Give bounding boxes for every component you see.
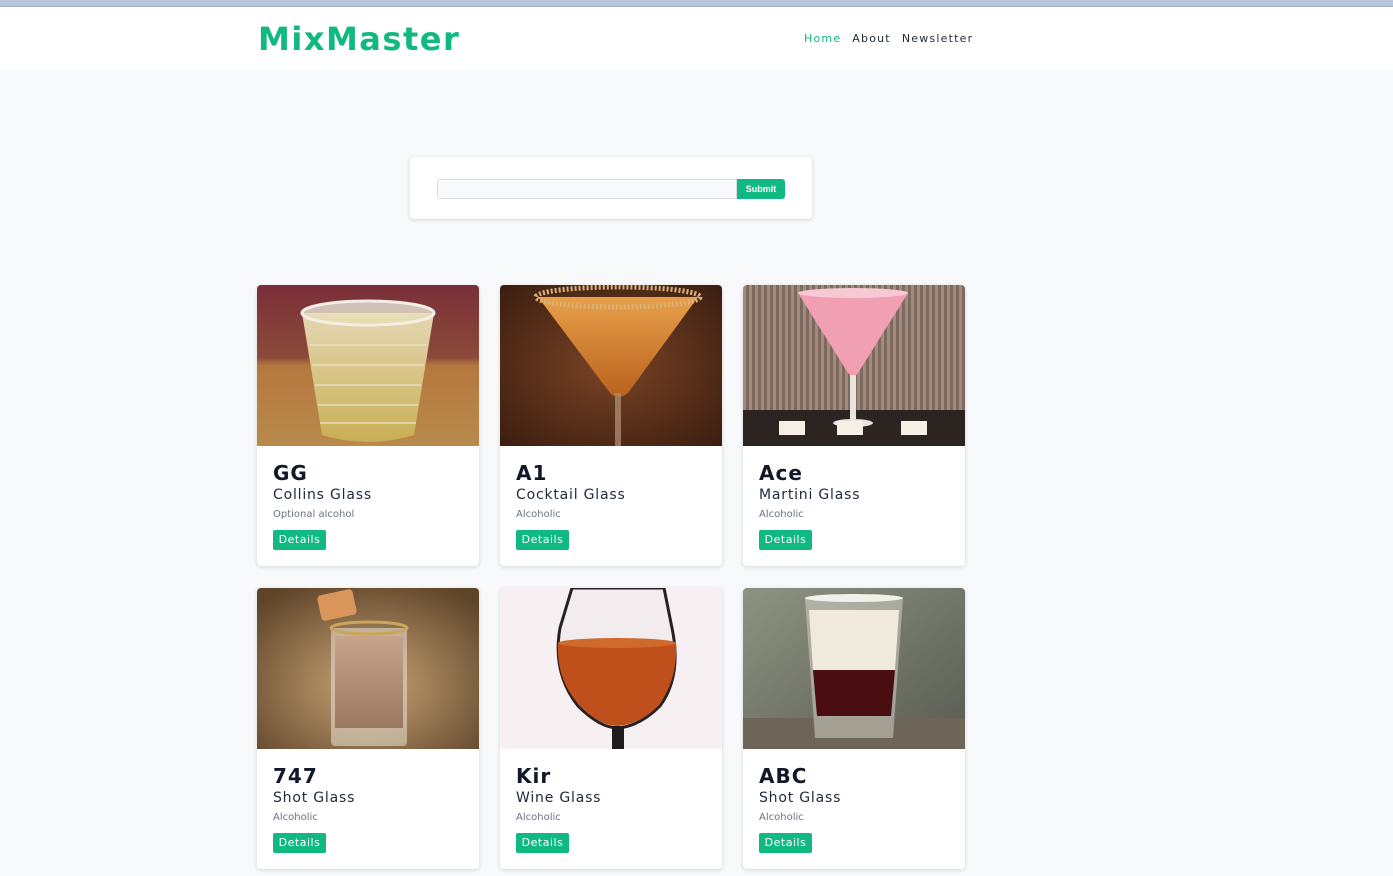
cocktail-type: Optional alcohol: [273, 509, 355, 520]
search-input[interactable]: [437, 179, 737, 199]
cocktail-name: Ace: [759, 461, 803, 485]
cocktail-glass: Shot Glass: [759, 790, 842, 806]
cocktail-name: GG: [273, 461, 308, 485]
cocktail-name: 747: [273, 764, 318, 788]
cocktail-glass: Martini Glass: [759, 487, 861, 503]
cocktail-abc-image: [743, 588, 965, 749]
cocktail-type: Alcoholic: [759, 509, 804, 520]
cocktail-glass: Collins Glass: [273, 487, 372, 503]
cocktail-glass: Wine Glass: [516, 790, 602, 806]
cocktail-type: Alcoholic: [516, 812, 561, 823]
details-button[interactable]: Details: [273, 530, 326, 550]
navbar: MixMaster Home About Newsletter: [0, 7, 1393, 70]
cocktail-card: 747 Shot Glass Alcoholic Details: [257, 588, 479, 869]
cocktail-card: GG Collins Glass Optional alcohol Detail…: [257, 285, 479, 566]
logo[interactable]: MixMaster: [258, 19, 460, 59]
cocktail-747-image: [257, 588, 479, 749]
cocktail-type: Alcoholic: [516, 509, 561, 520]
cocktail-type: Alcoholic: [273, 812, 318, 823]
cocktail-glass: Shot Glass: [273, 790, 356, 806]
cocktail-name: Kir: [516, 764, 552, 788]
cocktail-kir-image: [500, 588, 722, 749]
submit-button[interactable]: Submit: [737, 179, 785, 199]
cocktail-card: Ace Martini Glass Alcoholic Details: [743, 285, 965, 566]
cocktail-name: A1: [516, 461, 548, 485]
cocktail-type: Alcoholic: [759, 812, 804, 823]
details-button[interactable]: Details: [759, 530, 812, 550]
details-button[interactable]: Details: [273, 833, 326, 853]
details-button[interactable]: Details: [759, 833, 812, 853]
cocktail-ace-image: [743, 285, 965, 446]
cocktail-card: ABC Shot Glass Alcoholic Details: [743, 588, 965, 869]
nav-about-link[interactable]: About: [852, 32, 891, 45]
cocktail-card: A1 Cocktail Glass Alcoholic Details: [500, 285, 722, 566]
cocktail-a1-image: [500, 285, 722, 446]
cocktail-card: Kir Wine Glass Alcoholic Details: [500, 588, 722, 869]
search-panel: Submit: [410, 157, 812, 219]
nav-newsletter-link[interactable]: Newsletter: [902, 32, 973, 45]
cocktail-name: ABC: [759, 764, 808, 788]
nav-home-link[interactable]: Home: [804, 32, 841, 45]
cocktail-gg-image: [257, 285, 479, 446]
nav-links: Home About Newsletter: [804, 32, 973, 45]
details-button[interactable]: Details: [516, 833, 569, 853]
cocktail-glass: Cocktail Glass: [516, 487, 626, 503]
browser-top-stripe: [0, 0, 1393, 7]
details-button[interactable]: Details: [516, 530, 569, 550]
